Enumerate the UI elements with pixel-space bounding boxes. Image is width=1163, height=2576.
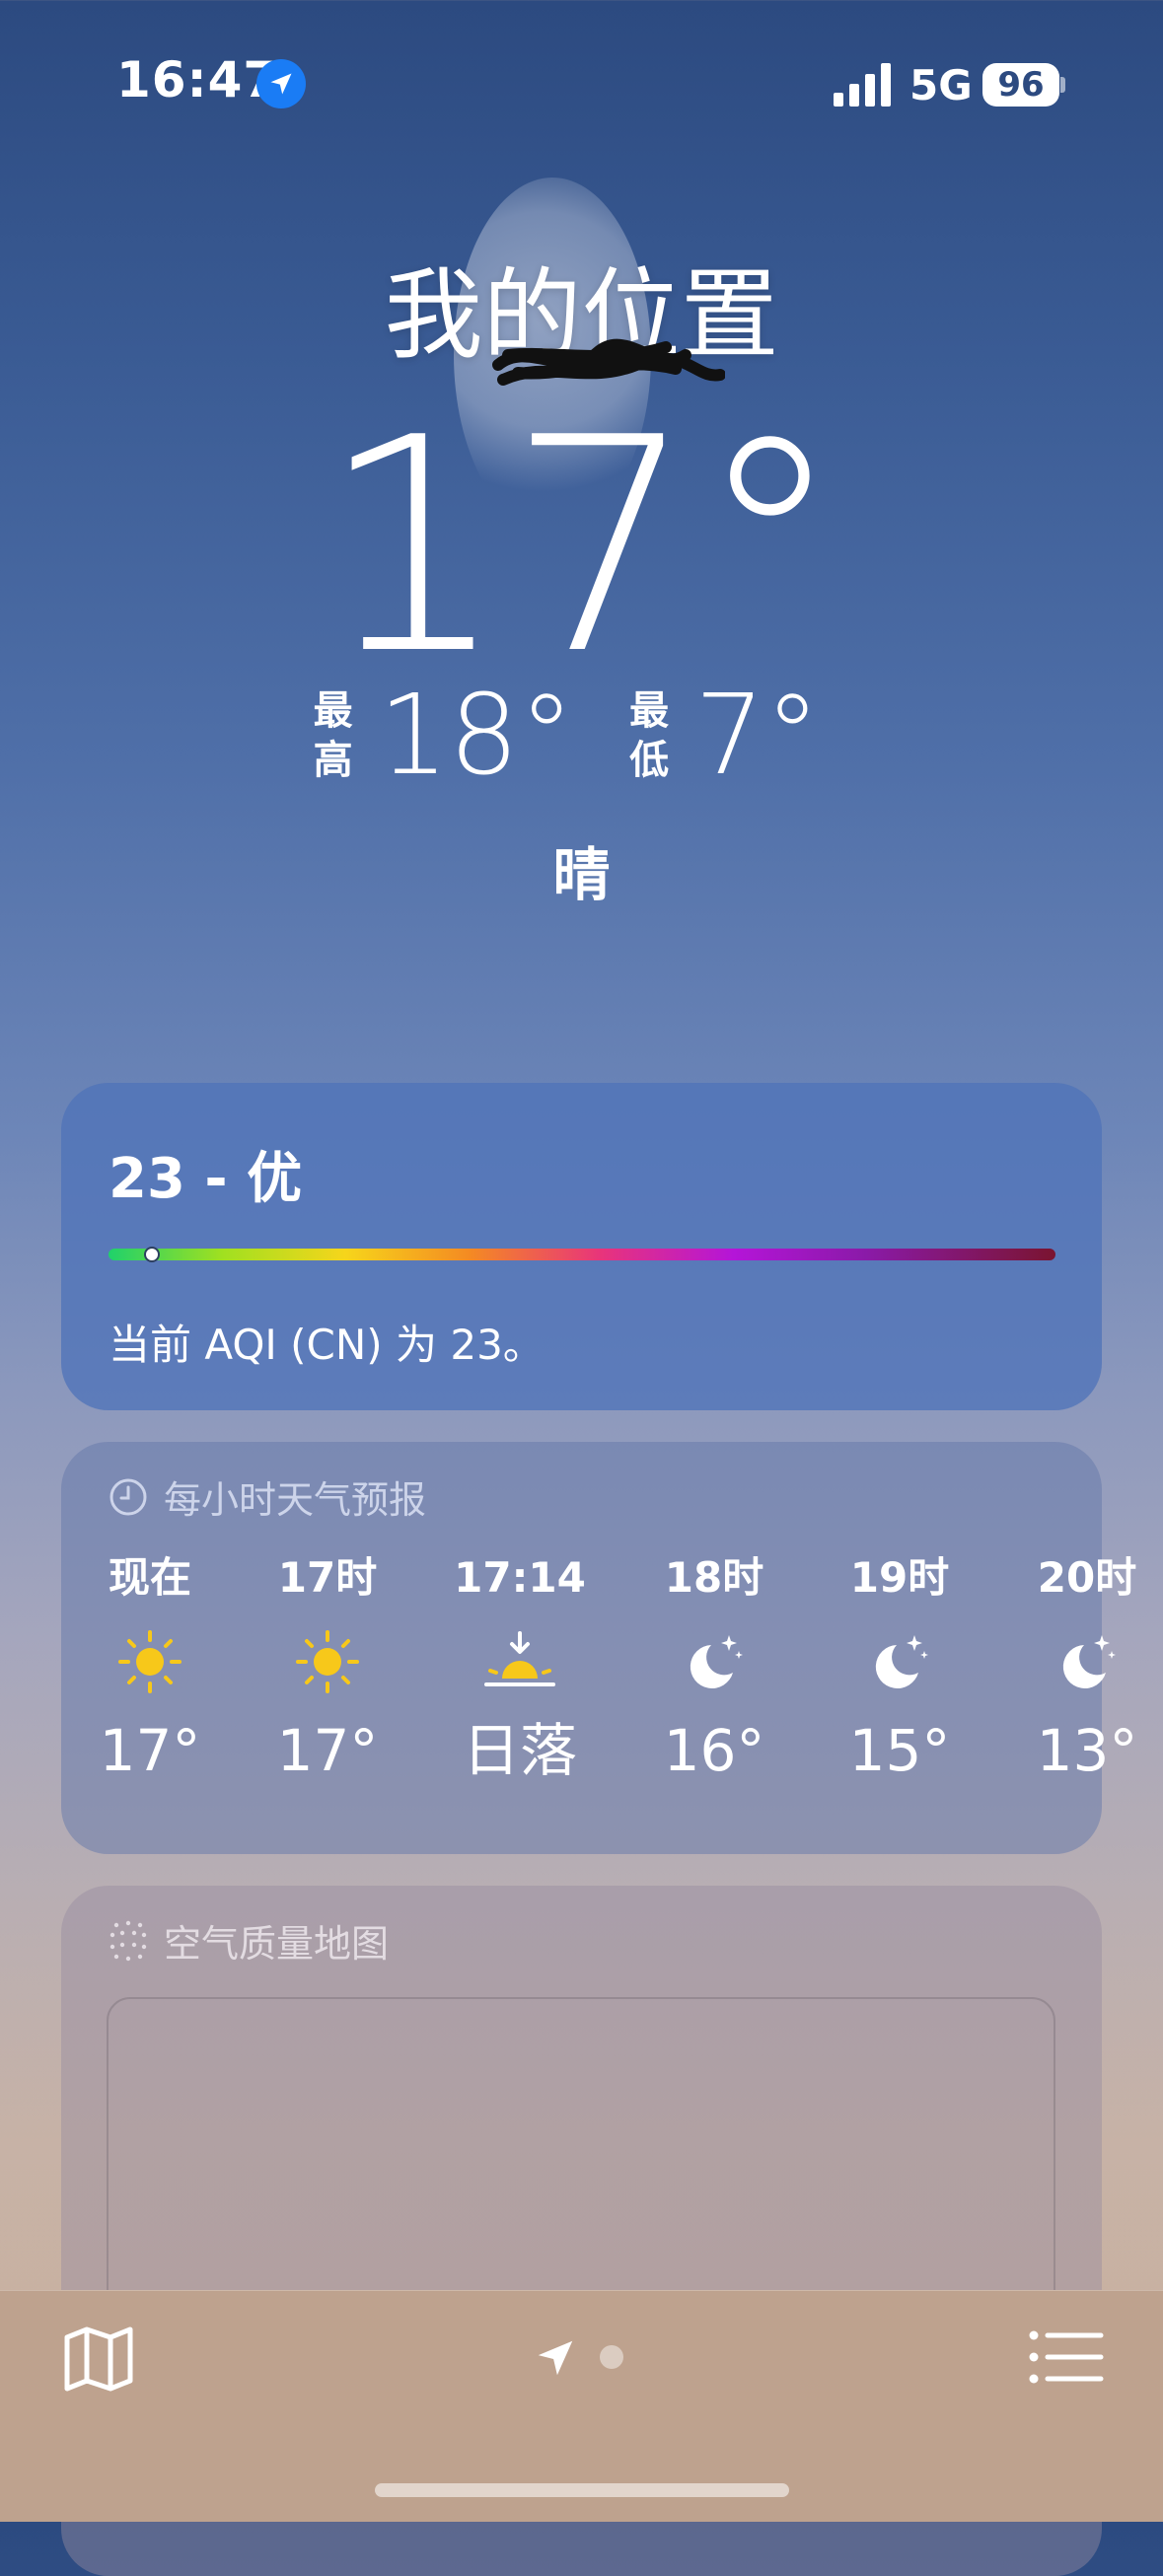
hour-item: 17时 17°: [239, 1548, 416, 1785]
moon-stars-icon: [1062, 1635, 1116, 1688]
dot-grid-icon: [109, 1920, 147, 1961]
sun-icon: [296, 1630, 359, 1693]
air-quality-map-header: 空气质量地图: [109, 1913, 389, 1968]
aqi-description: 当前 AQI (CN) 为 23。: [109, 1321, 545, 1369]
low-temperature: 7°: [694, 672, 821, 800]
hour-label: 17:14: [454, 1553, 586, 1602]
high-label-line-2: 高: [313, 738, 353, 783]
high-label: 最 高: [314, 686, 353, 785]
air-quality-map-title: 空气质量地图: [164, 1922, 390, 1966]
hour-item: 19时 15°: [811, 1548, 988, 1785]
aqi-value: 23 - 优: [109, 1147, 303, 1211]
hourly-forecast-title: 每小时天气预报: [164, 1478, 427, 1522]
aqi-scale-bar: [109, 1249, 1055, 1260]
sunset-icon: [484, 1631, 555, 1686]
hour-temperature: 15°: [848, 1717, 951, 1784]
high-label-line-1: 最: [313, 688, 353, 734]
sun-icon: [118, 1630, 182, 1693]
low-label-line-2: 低: [629, 738, 670, 783]
hour-label: 18时: [664, 1553, 764, 1602]
location-services-icon: [256, 59, 306, 108]
high-low-row: 最 高 18° 最 低 7°: [0, 680, 1163, 791]
hour-temperature: 17°: [99, 1717, 201, 1784]
hour-temperature: 13°: [1036, 1717, 1138, 1784]
moon-stars-icon: [875, 1635, 928, 1688]
hour-temperature: 16°: [663, 1717, 765, 1784]
hourly-forecast-header: 每小时天气预报: [109, 1469, 426, 1524]
moon-stars-icon: [690, 1635, 743, 1688]
hour-label: 19时: [849, 1553, 950, 1602]
low-label: 最 低: [629, 686, 669, 785]
home-indicator[interactable]: [375, 2483, 789, 2497]
hour-temperature: 17°: [276, 1717, 379, 1784]
current-temperature: 17°: [319, 375, 844, 719]
hour-label: 17时: [277, 1553, 378, 1602]
clock-icon: [109, 1478, 147, 1515]
hour-temperature: 日落: [462, 1717, 577, 1784]
battery-cap: [1060, 77, 1065, 93]
hour-label: 现在: [108, 1553, 191, 1602]
network-type: 5G: [909, 61, 973, 109]
map-icon[interactable]: [59, 2320, 138, 2398]
hour-item: 18时 16°: [625, 1548, 803, 1785]
current-location-page-icon[interactable]: [533, 2335, 578, 2381]
weather-condition: 晴: [552, 841, 611, 908]
hour-item: 17:14 日落: [431, 1548, 609, 1785]
hour-item: 20时 13°: [998, 1548, 1163, 1785]
status-time: 16:47: [116, 51, 279, 108]
hour-item: 现在 17°: [61, 1548, 239, 1785]
page-indicator-dot[interactable]: [600, 2345, 623, 2369]
high-temperature: 18°: [378, 672, 575, 800]
cellular-signal-icon: [834, 63, 891, 107]
hourly-forecast-list[interactable]: 现在 17° 17时 17° 17:14 日落 18时 16° 19时 15° …: [61, 1548, 1163, 1815]
hour-label: 20时: [1037, 1553, 1137, 1602]
list-icon[interactable]: [1026, 2327, 1105, 2387]
low-label-line-1: 最: [629, 688, 670, 734]
battery-indicator: 96: [982, 63, 1059, 107]
